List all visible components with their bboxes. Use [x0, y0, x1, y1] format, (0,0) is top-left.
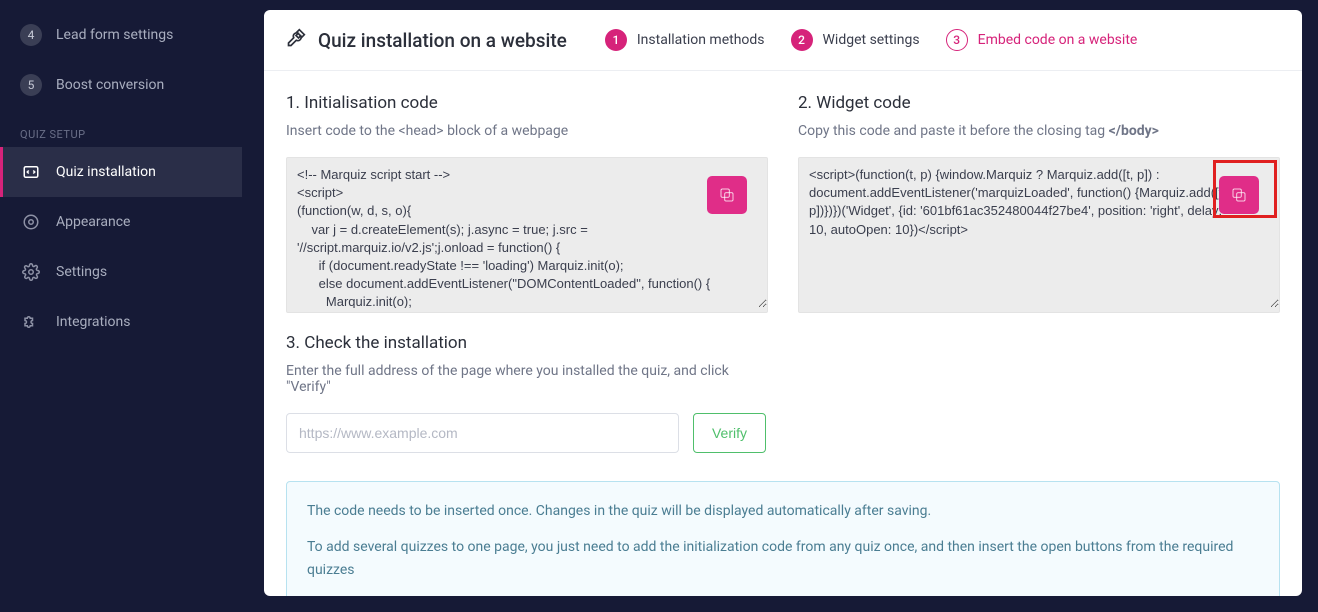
copy-widget-code-button[interactable]	[1219, 176, 1259, 214]
step-number: 2	[791, 29, 813, 51]
step-number: 3	[946, 29, 968, 51]
sidebar-item-lead-form[interactable]: 4 Lead form settings	[0, 10, 242, 60]
sidebar-item-label: Integrations	[56, 314, 130, 330]
step-number: 1	[605, 29, 627, 51]
verify-button[interactable]: Verify	[693, 413, 766, 453]
url-input[interactable]	[286, 413, 679, 453]
step-installation-methods[interactable]: 1 Installation methods	[605, 29, 765, 51]
check-installation-section: 3. Check the installation Enter the full…	[286, 333, 766, 453]
section-title: 3. Check the installation	[286, 333, 766, 353]
sidebar-item-integrations[interactable]: Integrations	[0, 297, 242, 347]
step-number: 4	[20, 24, 42, 46]
sidebar-section-label: QUIZ SETUP	[0, 110, 242, 147]
init-code-textarea[interactable]	[287, 158, 767, 308]
section-title: 1. Initialisation code	[286, 93, 768, 113]
info-line: The code needs to be inserted once. Chan…	[307, 500, 1259, 522]
info-line: To add several quizzes to one page, you …	[307, 536, 1259, 581]
page-title: Quiz installation on a website	[318, 29, 567, 52]
section-title: 2. Widget code	[798, 93, 1280, 113]
step-label: Embed code on a website	[978, 32, 1138, 48]
copy-icon	[1230, 186, 1248, 204]
panel-header: Quiz installation on a website 1 Install…	[264, 10, 1302, 71]
copy-init-code-button[interactable]	[707, 176, 747, 214]
gear-icon	[20, 261, 42, 283]
main-panel: Quiz installation on a website 1 Install…	[264, 10, 1302, 596]
embed-icon	[20, 161, 42, 183]
sidebar-item-label: Quiz installation	[56, 164, 156, 180]
sidebar-item-appearance[interactable]: Appearance	[0, 197, 242, 247]
section-hint: Copy this code and paste it before the c…	[798, 123, 1280, 139]
copy-icon	[718, 186, 736, 204]
sidebar-item-quiz-installation[interactable]: Quiz installation	[0, 147, 242, 197]
step-label: Widget settings	[823, 32, 920, 48]
sidebar-item-label: Appearance	[56, 214, 130, 230]
puzzle-icon	[20, 311, 42, 333]
info-box: The code needs to be inserted once. Chan…	[286, 481, 1280, 596]
tools-icon	[286, 28, 306, 52]
appearance-icon	[20, 211, 42, 233]
widget-code-textarea[interactable]	[799, 158, 1279, 308]
step-embed-code[interactable]: 3 Embed code on a website	[946, 29, 1138, 51]
sidebar-item-settings[interactable]: Settings	[0, 247, 242, 297]
sidebar-item-boost-conversion[interactable]: 5 Boost conversion	[0, 60, 242, 110]
section-hint: Insert code to the <head> block of a web…	[286, 123, 768, 139]
widget-code-section: 2. Widget code Copy this code and paste …	[798, 93, 1280, 313]
section-hint: Enter the full address of the page where…	[286, 363, 766, 395]
init-code-section: 1. Initialisation code Insert code to th…	[286, 93, 768, 313]
sidebar: 4 Lead form settings 5 Boost conversion …	[0, 0, 242, 612]
step-widget-settings[interactable]: 2 Widget settings	[791, 29, 920, 51]
sidebar-item-label: Settings	[56, 264, 107, 280]
step-number: 5	[20, 74, 42, 96]
sidebar-item-label: Lead form settings	[56, 27, 173, 43]
step-label: Installation methods	[637, 32, 765, 48]
sidebar-item-label: Boost conversion	[56, 77, 164, 93]
